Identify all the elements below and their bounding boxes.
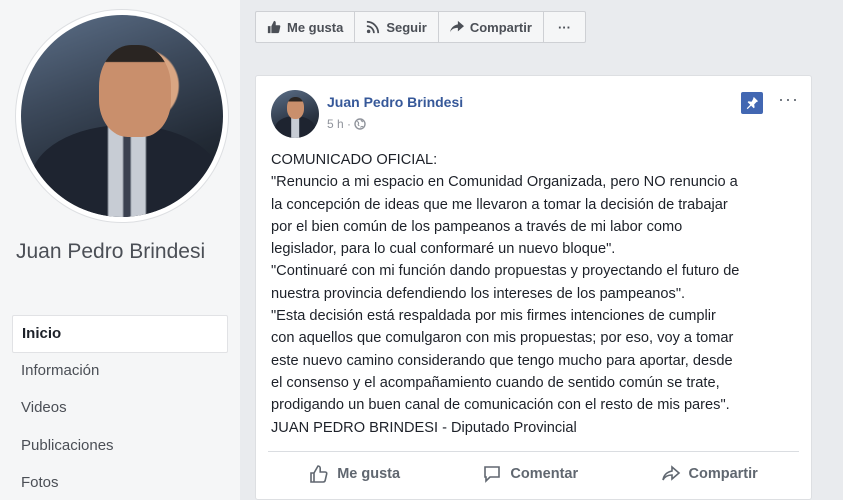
- post-line: por el bien común de los pampeanos a tra…: [271, 218, 683, 235]
- post-line: "Continuaré con mi función dando propues…: [271, 263, 740, 280]
- profile-photo: [21, 15, 223, 217]
- post-line: JUAN PEDRO BRINDESI - Diputado Provincia…: [271, 419, 577, 436]
- pin-icon[interactable]: [741, 92, 763, 114]
- share-icon: [661, 464, 680, 481]
- author-avatar[interactable]: [271, 90, 319, 138]
- post-share-button[interactable]: Compartir: [661, 464, 758, 484]
- right-column-edge: [836, 0, 843, 500]
- thumbs-up-icon: [267, 20, 281, 34]
- like-page-label: Me gusta: [287, 19, 344, 35]
- nav-item-inicio[interactable]: Inicio: [12, 315, 228, 353]
- post-like-label: Me gusta: [337, 465, 401, 482]
- post-line: "Renuncio a mi espacio en Comunidad Orga…: [271, 174, 738, 191]
- more-icon: ···: [557, 19, 571, 35]
- post-timestamp[interactable]: 5 h ·: [327, 117, 351, 131]
- more-options-button[interactable]: ···: [544, 12, 585, 42]
- post-actions: Me gusta Comentar Compartir: [268, 451, 799, 495]
- page-sidebar: Juan Pedro Brindesi Inicio Información V…: [0, 0, 240, 500]
- follow-button[interactable]: Seguir: [355, 12, 439, 42]
- post-line: nuestra provincia defendiendo los intere…: [271, 285, 686, 302]
- post-comment-label: Comentar: [510, 465, 579, 482]
- thumbs-up-outline-icon: [310, 464, 328, 483]
- follow-label: Seguir: [386, 19, 427, 35]
- post-share-label: Compartir: [688, 465, 758, 482]
- post-comment-button[interactable]: Comentar: [482, 464, 578, 484]
- rss-icon: [367, 20, 380, 34]
- nav-item-informacion[interactable]: Información: [12, 353, 228, 391]
- post-line: COMUNICADO OFICIAL:: [271, 152, 438, 168]
- comment-icon: [484, 465, 501, 483]
- post-line: con aquellos que comulgaron con mis prop…: [271, 330, 734, 347]
- pinned-post: Juan Pedro Brindesi 5 h · ··· COMUNICADO…: [255, 75, 812, 500]
- page-title[interactable]: Juan Pedro Brindesi: [16, 236, 226, 267]
- post-line: este nuevo camino considerando que tengo…: [271, 352, 733, 369]
- page-action-bar: Me gusta Seguir Compartir ···: [255, 11, 586, 43]
- post-header: Juan Pedro Brindesi 5 h · ···: [271, 90, 799, 140]
- nav-item-fotos[interactable]: Fotos: [12, 465, 228, 500]
- share-page-label: Compartir: [469, 19, 532, 35]
- post-text: COMUNICADO OFICIAL: "Renuncio a mi espac…: [271, 149, 801, 439]
- like-page-button[interactable]: Me gusta: [256, 12, 356, 42]
- post-line: la concepción de ideas que me llevaron a…: [271, 196, 728, 213]
- post-line: legislador, para lo cual conformaré un n…: [271, 241, 616, 258]
- globe-icon: [354, 118, 366, 130]
- post-options-button[interactable]: ···: [778, 90, 799, 108]
- post-author[interactable]: Juan Pedro Brindesi: [327, 94, 463, 110]
- share-page-button[interactable]: Compartir: [439, 12, 544, 42]
- post-like-button[interactable]: Me gusta: [309, 464, 400, 484]
- nav-item-publicaciones[interactable]: Publicaciones: [12, 428, 228, 466]
- post-meta: 5 h ·: [327, 117, 366, 131]
- page-nav: Inicio Información Videos Publicaciones …: [12, 315, 228, 500]
- post-line: el consenso y el acompañamiento cuando d…: [271, 374, 720, 391]
- share-arrow-icon: [449, 20, 464, 33]
- post-line: "Esta decisión está respaldada por mis f…: [271, 308, 716, 325]
- post-line: prodigando un buen canal de comunicación…: [271, 397, 730, 414]
- profile-picture[interactable]: [16, 10, 228, 222]
- nav-item-videos[interactable]: Videos: [12, 390, 228, 428]
